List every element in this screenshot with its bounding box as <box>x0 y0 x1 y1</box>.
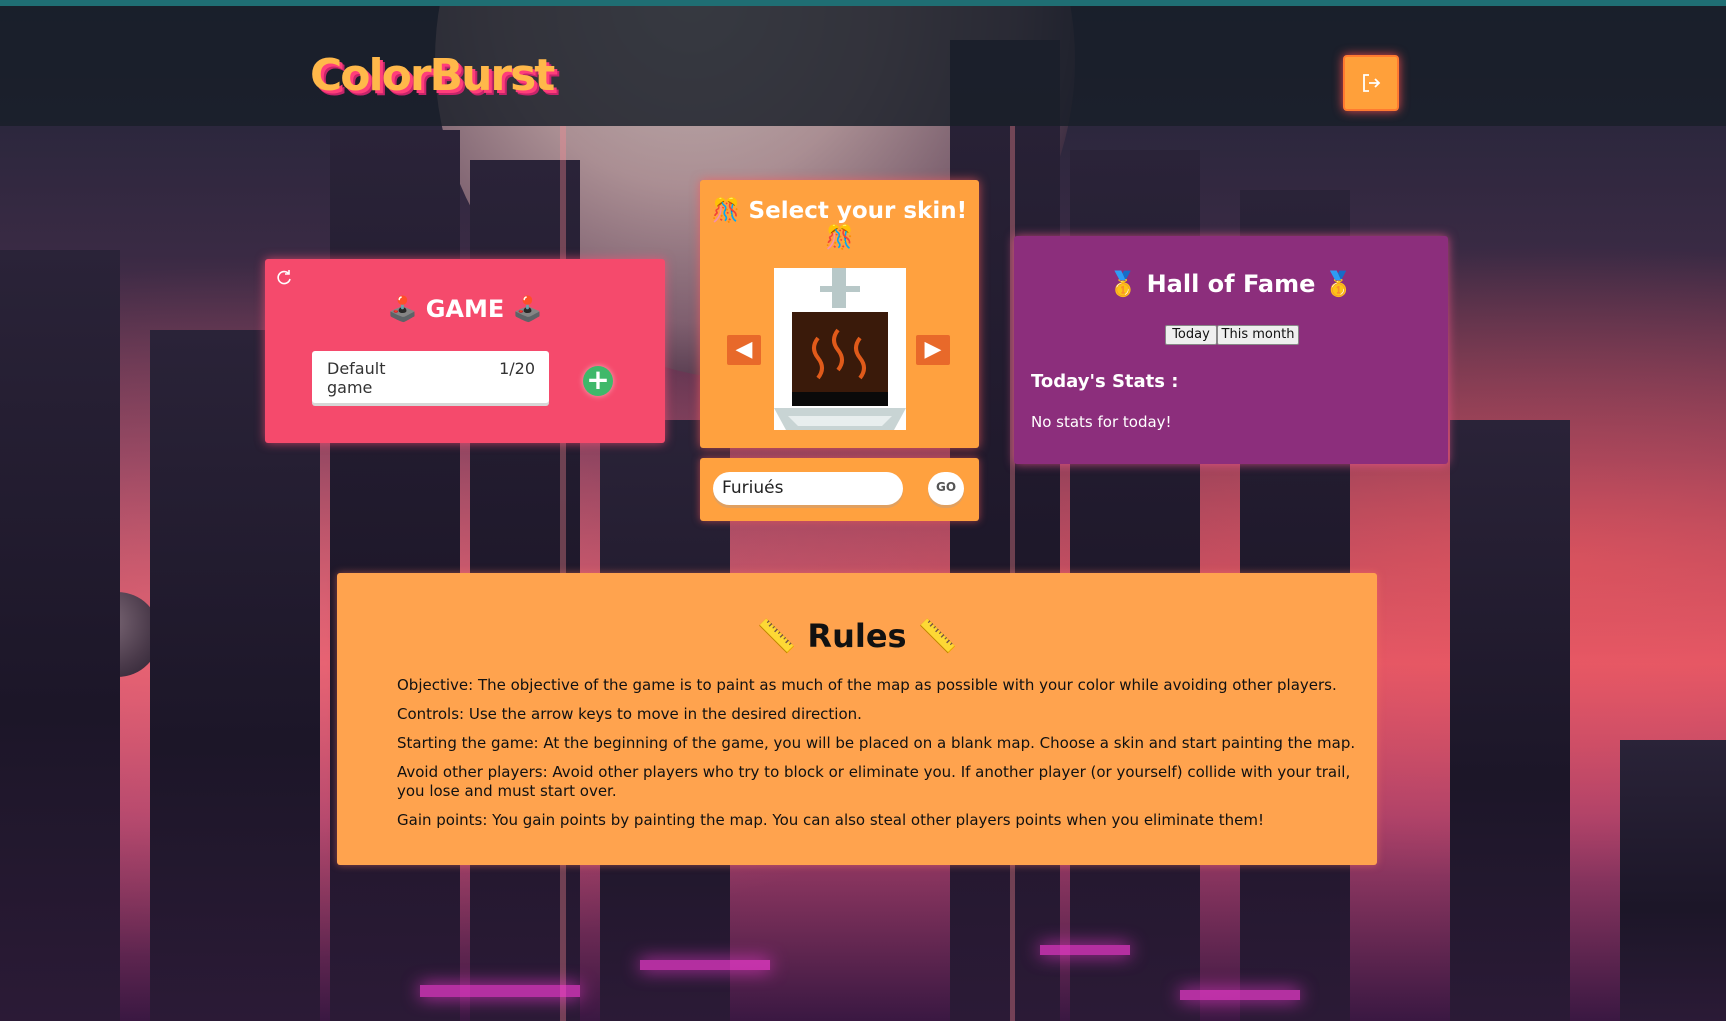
refresh-icon[interactable] <box>275 268 293 286</box>
tower <box>0 250 120 1021</box>
rule-item: Objective: The objective of the game is … <box>397 676 1337 694</box>
neon-sign <box>1180 990 1300 1000</box>
rule-item: Starting the game: At the beginning of t… <box>397 734 1356 752</box>
game-player-count: 1/20 <box>499 359 535 378</box>
previous-skin-button[interactable]: ◀ <box>727 335 761 365</box>
logo[interactable]: ColorBurst <box>310 50 555 101</box>
tab-today[interactable]: Today <box>1165 325 1217 345</box>
skin-title: 🎊 Select your skin! 🎊 <box>711 198 968 251</box>
tab-this-month[interactable]: This month <box>1217 325 1299 345</box>
rules-list: Objective: The objective of the game is … <box>397 676 1357 840</box>
hall-of-fame-title: 🥇 Hall of Fame 🥇 <box>1108 270 1354 298</box>
tower <box>1620 740 1726 1021</box>
empty-stats-message: No stats for today! <box>1031 413 1172 431</box>
arrow-right-icon: ▶ <box>924 337 942 362</box>
rule-item: Gain points: You gain points by painting… <box>397 811 1264 829</box>
plus-icon: + <box>586 363 610 396</box>
stats-title: Today's Stats : <box>1031 371 1179 392</box>
add-game-button[interactable]: + <box>583 363 613 396</box>
go-label: GO <box>935 480 957 494</box>
hall-of-fame-panel: 🥇 Hall of Fame 🥇 Today This month Today'… <box>1014 236 1448 464</box>
player-name-value: Furiués <box>722 478 784 498</box>
go-button[interactable]: GO <box>928 472 964 505</box>
arrow-left-icon: ◀ <box>735 337 753 362</box>
tower <box>1450 420 1570 1021</box>
player-name-panel: Furiués GO <box>700 458 979 521</box>
rules-panel: 📏 Rules 📏 Objective: The objective of th… <box>337 573 1377 865</box>
neon-sign <box>420 985 580 997</box>
logout-icon <box>1363 74 1381 92</box>
header-bar: ColorBurst <box>0 6 1726 126</box>
neon-sign <box>640 960 770 970</box>
skin-panel: 🎊 Select your skin! 🎊 ◀ ▶ <box>700 180 979 448</box>
game-list-item[interactable]: Default game 1/20 <box>312 351 549 403</box>
rule-item: Avoid other players: Avoid other players… <box>397 763 1351 800</box>
game-name: Default game <box>327 359 386 397</box>
toaster-skin-icon <box>774 268 906 430</box>
rules-title: 📏 Rules 📏 <box>756 617 958 655</box>
game-panel: 🕹️ GAME 🕹️ Default game 1/20 + <box>265 259 665 443</box>
next-skin-button[interactable]: ▶ <box>916 335 950 365</box>
rule-item: Controls: Use the arrow keys to move in … <box>397 705 862 723</box>
player-name-input[interactable]: Furiués <box>713 472 903 505</box>
game-title: 🕹️ GAME 🕹️ <box>387 295 543 323</box>
logout-button[interactable] <box>1343 55 1399 111</box>
neon-sign <box>1040 945 1130 955</box>
